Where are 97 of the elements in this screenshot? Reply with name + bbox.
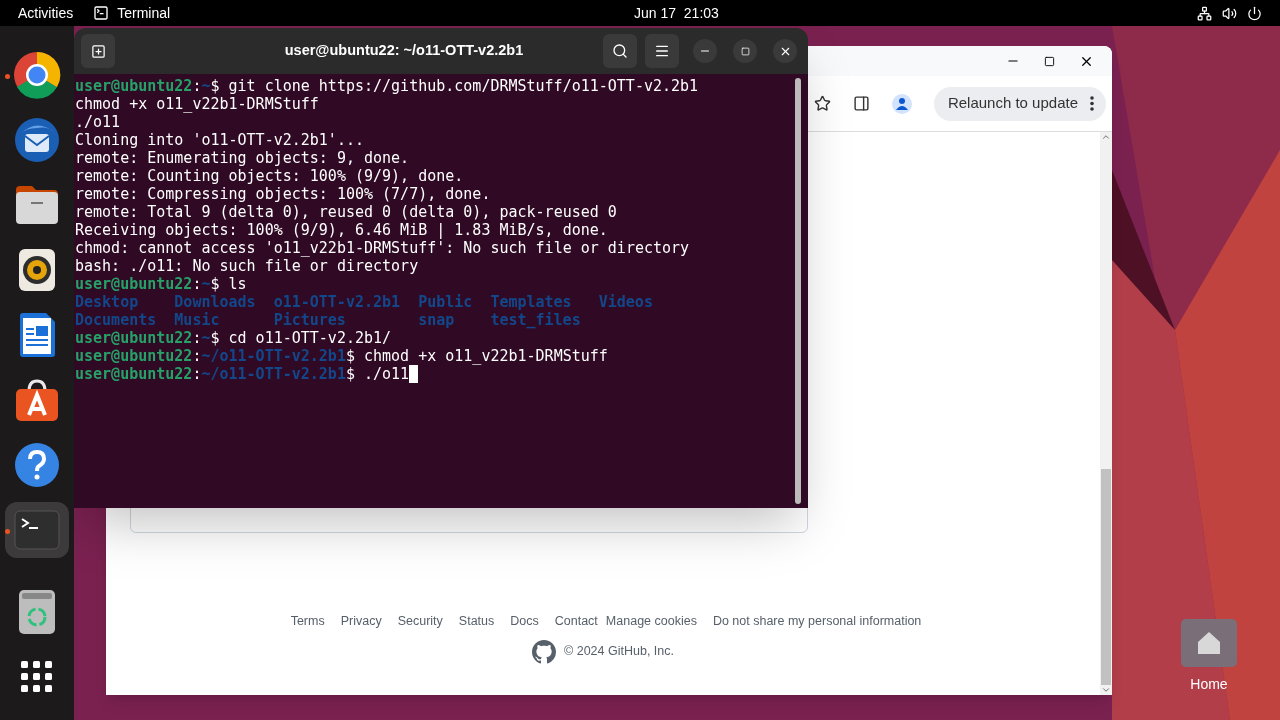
window-title: user@ubuntu22: ~/o11-OTT-v2.2b1 — [283, 41, 525, 61]
power-icon[interactable] — [1247, 5, 1262, 21]
activities-button[interactable]: Activities — [18, 2, 74, 24]
directory-name: Music — [174, 311, 220, 329]
terminal-icon — [93, 5, 110, 21]
footer-link[interactable]: Manage cookies — [605, 612, 697, 631]
command-text: ./o11 — [364, 365, 410, 383]
output-line: remote: Compressing objects: 100% (7/7), done. — [75, 185, 491, 203]
profile-icon[interactable] — [891, 93, 912, 114]
directory-name: Desktop — [75, 293, 139, 311]
command-text: cd o11-OTT-v2.2b1/ — [228, 329, 392, 347]
prompt-sign: $ — [210, 275, 220, 293]
prompt-path: ~ — [201, 329, 211, 347]
new-tab-icon — [90, 43, 106, 59]
prompt-sign: $ — [210, 77, 220, 95]
search-icon — [612, 43, 628, 59]
scrollbar[interactable] — [1100, 132, 1112, 695]
relaunch-button[interactable]: Relaunch to update — [933, 86, 1106, 121]
prompt-path: ~/o11-OTT-v2.2b1 — [201, 347, 346, 365]
prompt-sign: $ — [210, 329, 220, 347]
directory-name: Videos — [598, 293, 653, 311]
desktop-icon-label[interactable]: Home — [1190, 674, 1228, 695]
prompt-user: user@ubuntu22 — [75, 329, 193, 347]
minimize-button[interactable] — [693, 39, 717, 63]
chrome-icon — [13, 51, 61, 99]
footer-link[interactable]: Contact — [554, 612, 598, 631]
mail-bird-icon — [12, 116, 62, 164]
output-line: Cloning into 'o11-OTT-v2.2b1'... — [75, 131, 364, 149]
close-button[interactable] — [773, 39, 797, 63]
help-icon — [14, 442, 60, 488]
app-grid-icon — [21, 661, 53, 693]
menu-icon — [654, 43, 670, 59]
footer-link[interactable]: Security — [397, 612, 443, 631]
prompt-sign: $ — [345, 365, 355, 383]
output-line: remote: Total 9 (delta 0), reused 0 (delta 0), pack-reused 0 — [75, 203, 617, 221]
output-line: chmod: cannot access 'o11_v22b1-DRMStuff': No such file or directory — [75, 239, 690, 257]
prompt-user: user@ubuntu22 — [75, 365, 193, 383]
prompt-colon: : — [192, 347, 202, 365]
octocat-icon — [532, 639, 556, 664]
terminal-icon — [14, 510, 60, 550]
home-folder-icon — [1180, 618, 1238, 668]
directory-name: Downloads — [174, 293, 256, 311]
maximize-icon — [740, 46, 750, 56]
document-icon — [18, 312, 56, 358]
prompt-path: ~ — [201, 275, 211, 293]
bookmark-star-icon[interactable] — [813, 95, 831, 112]
clock[interactable]: Jun 17 21:03 — [634, 2, 719, 24]
directory-name: snap — [418, 311, 455, 329]
prompt-sign: $ — [345, 347, 355, 365]
directory-name: o11-OTT-v2.2b1 — [273, 293, 401, 311]
trash-icon — [18, 589, 56, 635]
footer-link[interactable]: Status — [458, 612, 495, 631]
shopping-bag-icon — [14, 377, 60, 423]
scroll-up-icon[interactable] — [1101, 132, 1111, 142]
maximize-button[interactable] — [733, 39, 757, 63]
footer-link[interactable]: Docs — [510, 612, 539, 631]
new-tab-button[interactable] — [81, 34, 115, 68]
output-line: chmod +x o11_v22b1-DRMStuff — [75, 95, 319, 113]
directory-name: test_files — [490, 311, 581, 329]
prompt-path: ~/o11-OTT-v2.2b1 — [201, 365, 346, 383]
footer-link[interactable]: Do not share my personal information — [712, 612, 922, 631]
command-text: ls — [228, 275, 247, 293]
copyright-text: © 2024 GitHub, Inc. — [564, 643, 674, 661]
prompt-user: user@ubuntu22 — [75, 77, 193, 95]
prompt-path: ~ — [201, 77, 211, 95]
scroll-down-icon[interactable] — [1101, 685, 1111, 695]
volume-icon[interactable] — [1222, 5, 1237, 21]
output-line: remote: Enumerating objects: 9, done. — [75, 149, 410, 167]
side-panel-icon[interactable] — [852, 95, 870, 112]
prompt-colon: : — [192, 329, 202, 347]
folder-icon — [14, 184, 60, 226]
network-icon[interactable] — [1197, 5, 1212, 21]
directory-name: Pictures — [273, 311, 346, 329]
output-line: ./o11 — [75, 113, 121, 131]
prompt-user: user@ubuntu22 — [75, 275, 193, 293]
scrollbar-thumb[interactable] — [795, 78, 801, 504]
output-line: Receiving objects: 100% (9/9), 6.46 MiB | 1.83 MiB/s, done. — [75, 221, 608, 239]
footer-link[interactable]: Privacy — [340, 612, 382, 631]
maximize-icon[interactable] — [1044, 55, 1055, 67]
prompt-user: user@ubuntu22 — [75, 347, 193, 365]
directory-name: Documents — [75, 311, 157, 329]
prompt-colon: : — [192, 77, 202, 95]
app-name: Terminal — [117, 3, 171, 23]
scrollbar-thumb[interactable] — [1101, 469, 1111, 685]
command-text: git clone https://github.com/DRMStuff/o11-OTT-v2.2b1 — [228, 77, 699, 95]
search-button[interactable] — [603, 34, 637, 68]
prompt-colon: : — [192, 365, 202, 383]
output-line: remote: Counting objects: 100% (9/9), done. — [75, 167, 464, 185]
more-icon — [1090, 96, 1094, 111]
directory-name: Templates — [490, 293, 572, 311]
speaker-icon — [18, 248, 56, 292]
command-text: chmod +x o11_v22b1-DRMStuff — [364, 347, 608, 365]
directory-name: Public — [418, 293, 473, 311]
footer-link[interactable]: Terms — [290, 612, 325, 631]
menu-button[interactable] — [645, 34, 679, 68]
prompt-colon: : — [192, 275, 202, 293]
output-line: bash: ./o11: No such file or directory — [75, 257, 419, 275]
